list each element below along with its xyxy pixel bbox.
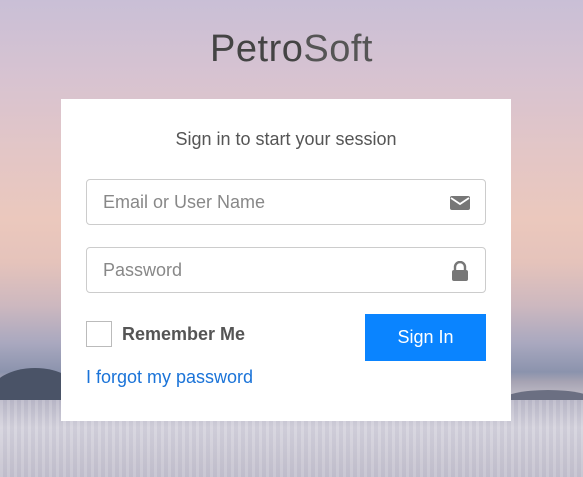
island-right (503, 390, 583, 400)
brand-part2: Soft (303, 28, 373, 70)
remember-checkbox[interactable] (86, 321, 112, 347)
email-input[interactable] (87, 180, 485, 224)
lock-icon (452, 261, 468, 281)
password-input[interactable] (87, 248, 485, 292)
login-card: Sign in to start your session Remember M… (61, 99, 511, 421)
envelope-icon (450, 196, 470, 210)
email-field (86, 179, 486, 225)
password-field (86, 247, 486, 293)
remember-label[interactable]: Remember Me (122, 324, 245, 345)
login-message: Sign in to start your session (175, 129, 397, 149)
brand-logo: PetroSoft (0, 28, 583, 71)
forgot-password-link[interactable]: I forgot my password (86, 367, 253, 388)
brand-part1: Petro (210, 28, 304, 70)
remember-me[interactable]: Remember Me (86, 321, 245, 347)
sign-in-button[interactable]: Sign In (365, 314, 486, 361)
